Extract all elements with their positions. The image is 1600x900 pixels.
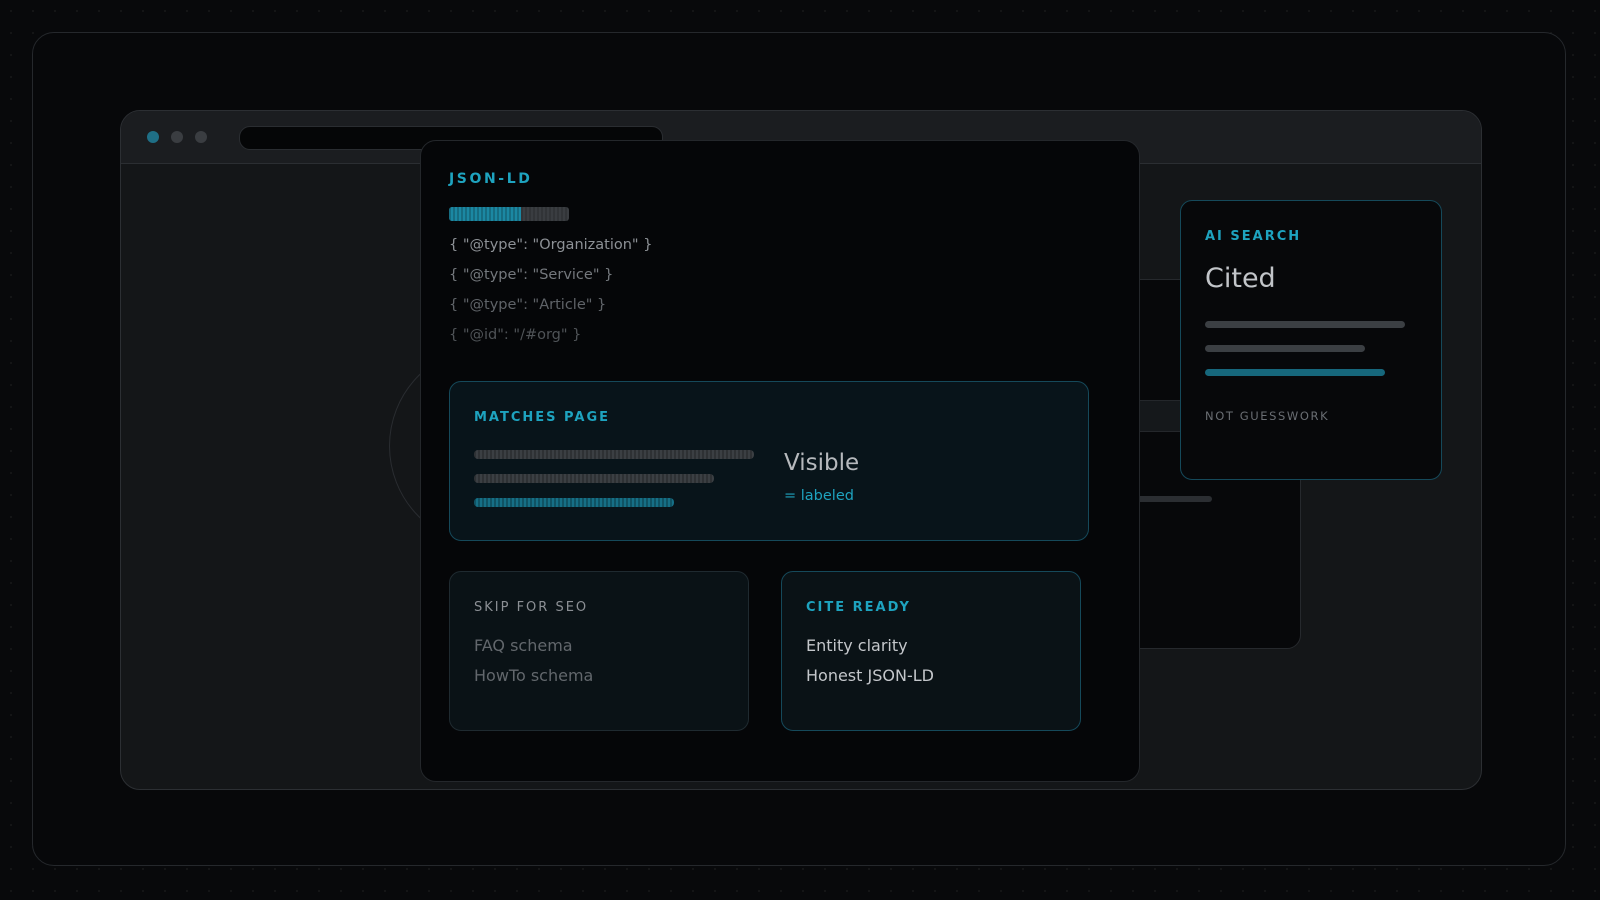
- not-guesswork-caption: NOT GUESSWORK: [1205, 409, 1330, 423]
- code-line-service: { "@type": "Service" }: [449, 267, 614, 283]
- cite-ready-label: CITE READY: [806, 600, 911, 615]
- schema-progress-fill: [449, 207, 521, 221]
- json-ld-card: JSON-LD { "@type": "Organization" } { "@…: [420, 140, 1140, 782]
- code-line-article: { "@type": "Article" }: [449, 297, 607, 313]
- schema-progress-bar: [449, 207, 569, 221]
- content-line-placeholder: [474, 450, 754, 459]
- window-dot-icon[interactable]: [195, 131, 207, 143]
- code-line-id: { "@id": "/#org" }: [449, 327, 582, 343]
- cite-item-entity: Entity clarity: [806, 636, 908, 655]
- matches-page-label: MATCHES PAGE: [474, 410, 610, 425]
- skip-item-faq: FAQ schema: [474, 636, 573, 655]
- card-title: JSON-LD: [449, 171, 533, 187]
- window-dot-active-icon[interactable]: [147, 131, 159, 143]
- content-line-placeholder: [474, 474, 714, 483]
- content-line-placeholder: [1205, 345, 1365, 352]
- content-line-placeholder: [1205, 321, 1405, 328]
- ai-search-card: AI SEARCH Cited NOT GUESSWORK: [1180, 200, 1442, 480]
- content-line-highlighted: [474, 498, 674, 507]
- window-dot-icon[interactable]: [171, 131, 183, 143]
- code-line-organization: { "@type": "Organization" }: [449, 237, 653, 253]
- visible-title: Visible: [784, 450, 860, 476]
- skip-for-seo-label: SKIP FOR SEO: [474, 600, 589, 615]
- cite-ready-card: CITE READY Entity clarity Honest JSON-LD: [781, 571, 1081, 731]
- content-line-highlighted: [1205, 369, 1385, 376]
- cite-item-json-ld: Honest JSON-LD: [806, 666, 934, 685]
- skip-item-howto: HowTo schema: [474, 666, 594, 685]
- cited-title: Cited: [1205, 263, 1276, 294]
- matches-page-card: MATCHES PAGE Visible = labeled: [449, 381, 1089, 541]
- skip-for-seo-card: SKIP FOR SEO FAQ schema HowTo schema: [449, 571, 749, 731]
- ai-search-label: AI SEARCH: [1205, 229, 1302, 244]
- labeled-subtitle: = labeled: [784, 488, 854, 504]
